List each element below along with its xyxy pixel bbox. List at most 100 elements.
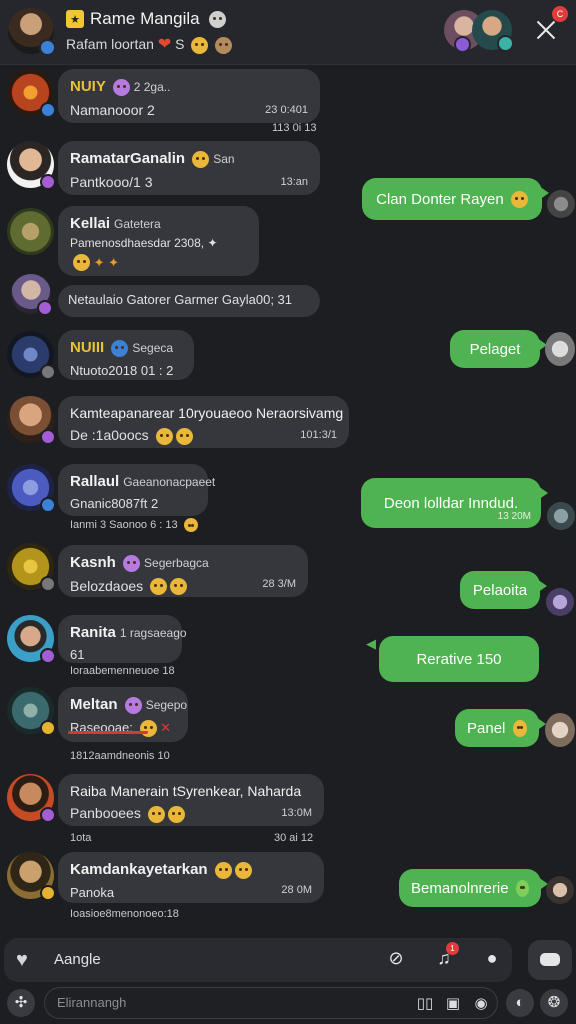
sent-message[interactable]: Bemanolnrerie xyxy=(399,869,548,907)
avatar[interactable] xyxy=(7,141,56,190)
message-text: Deon lolldar Inndud. xyxy=(383,494,519,512)
timer-icon[interactable]: ◉ xyxy=(471,994,491,1014)
avatar[interactable] xyxy=(547,502,575,530)
message-text: Belozdaoes xyxy=(70,577,144,594)
avatar[interactable] xyxy=(7,208,54,255)
message-bubble[interactable]: Kamteapanarear 10ryouaeoo Neraorsivamg D… xyxy=(58,396,349,448)
message-text: Pamenosdhaesdar 2308, xyxy=(70,236,205,250)
sent-message[interactable]: Clan Donter Rayen xyxy=(362,178,549,220)
message-text: Bemanolnrerie xyxy=(411,879,509,897)
sticker-button[interactable]: ❂ xyxy=(540,989,568,1017)
message-time: 23 0:401 xyxy=(265,104,308,116)
game-icon: ★ xyxy=(66,10,84,28)
sender-name: NUIII xyxy=(70,339,105,356)
heart-icon[interactable]: ♥ xyxy=(16,949,28,972)
message-text: Clan Donter Rayen xyxy=(376,190,504,208)
sender-name: Raiba Manerain tSyrenkear, Naharda xyxy=(70,783,302,799)
sender-name: Ranita xyxy=(70,624,116,641)
heart-icon: ❤ xyxy=(157,36,172,53)
message-text: Pantkooo/1 3 xyxy=(70,173,153,190)
member-avatar[interactable] xyxy=(472,10,514,52)
reply-bar: ♥ Aangle ⊘ ♫ 1 ● xyxy=(4,938,512,982)
emoji-icon xyxy=(191,36,209,54)
avatar[interactable] xyxy=(545,332,575,366)
message-bubble[interactable]: Kasnh Segerbagca Belozdaoes 28 3/M xyxy=(58,545,308,597)
message-text: Panbooees xyxy=(70,805,141,821)
sender-name: Kasnh xyxy=(70,554,116,571)
chat-icon[interactable]: ● xyxy=(480,948,504,972)
sender-tag: Gaeanonacpaeet xyxy=(123,475,216,489)
message-meta: 30 ai 12 xyxy=(274,832,314,844)
message-text: 61 xyxy=(70,647,85,662)
message-text: Pelaoita xyxy=(472,581,528,599)
avatar[interactable] xyxy=(7,615,56,664)
message-bubble[interactable]: NUIII Segeca Ntuoto2018 01 : 2 xyxy=(58,330,194,380)
message-bubble[interactable]: Kellai Gatetera Pamenosdhaesdar 2308, ✦ ✦… xyxy=(58,206,259,276)
subtitle-text: Rafam loortan xyxy=(66,36,154,52)
sender-name: Rallaul xyxy=(70,473,120,490)
sender-tag: Segerbagca xyxy=(144,556,209,570)
message-text: Ntuoto2018 01 : 2 xyxy=(70,362,174,378)
message-bubble[interactable]: Rallaul Gaeanonacpaeet Gnanic8087ft 2 xyxy=(58,464,215,516)
image-icon[interactable]: ▣ xyxy=(443,994,463,1014)
sent-message[interactable]: Deon lolldar Inndud. 13 20M xyxy=(361,478,548,528)
message-bubble[interactable]: Ranita 1 ragsaeago 61 xyxy=(58,615,187,663)
chat-subtitle: Rafam loortan ❤ S xyxy=(66,34,233,54)
message-meta: Ioasioe8menonoeo:18 xyxy=(70,908,179,920)
keyboard-button[interactable] xyxy=(528,940,572,980)
sender-tag: San xyxy=(213,152,235,166)
sender-tag: 1 ragsaeago xyxy=(119,626,187,640)
message-meta: 1812aamdneonis 10 xyxy=(70,750,170,762)
sender-name: Kamteapanarear 10ryouaeoo Neraorsivamg xyxy=(70,405,344,421)
message-input[interactable]: Elirannangh ▯▯ ▣ ◉ xyxy=(44,987,498,1019)
sticker-icon: ❂ xyxy=(547,994,561,1011)
sender-name: NUIY xyxy=(70,78,106,95)
message-text: Rerative 150 xyxy=(416,650,502,668)
avatar[interactable] xyxy=(545,713,575,747)
message-bubble[interactable]: Netaulaio Gatorer Garmer Gayla00; 31 xyxy=(58,285,320,317)
avatar[interactable] xyxy=(7,69,56,118)
avatar[interactable] xyxy=(11,274,53,316)
sender-name: Kellai xyxy=(70,215,111,232)
message-bubble[interactable]: Meltan Segepo Raseooae: ✕ xyxy=(58,687,188,742)
message-time: 28 0M xyxy=(281,884,312,896)
avatar[interactable] xyxy=(7,396,56,445)
sent-message[interactable]: Rerative 150 xyxy=(379,636,539,682)
avatar[interactable] xyxy=(7,464,56,513)
avatar[interactable] xyxy=(7,331,56,380)
sender-tag: 2 2ga.. xyxy=(133,80,171,94)
sender-tag: Segepo xyxy=(145,698,188,712)
message-meta: Ianmi 3 Saonoo 6 : 13 xyxy=(70,518,178,531)
avatar[interactable] xyxy=(7,543,56,592)
gamepad-button[interactable]: ✣ xyxy=(7,989,35,1017)
message-bubble[interactable]: RamatarGanalin San Pantkooo/1 3 13:an xyxy=(58,141,320,195)
message-time: 13:an xyxy=(280,176,308,188)
avatar[interactable] xyxy=(7,687,56,736)
avatar[interactable] xyxy=(546,876,574,904)
group-avatar[interactable] xyxy=(8,8,56,56)
notification-badge: C xyxy=(552,6,568,22)
chat-title: Rame Mangila xyxy=(90,9,200,28)
avatar[interactable] xyxy=(546,588,574,616)
chat-header: ★ Rame Mangila Rafam loortan ❤ S C xyxy=(0,0,576,65)
message-bubble[interactable]: Raiba Manerain tSyrenkear, Naharda Panbo… xyxy=(58,774,324,826)
avatar[interactable] xyxy=(7,852,56,901)
message-bubble[interactable]: Kamdankayetarkan Panoka 28 0M xyxy=(58,852,324,903)
message-bubble[interactable]: NUIY 2 2ga.. Namanooor 2 23 0:401 xyxy=(58,69,320,123)
emoji-icon xyxy=(215,36,233,54)
sent-message[interactable]: Panel xyxy=(455,709,546,747)
message-meta: 1ota xyxy=(70,832,92,844)
mic-button[interactable]: ◐ xyxy=(506,989,534,1017)
gamepad-icon: ✣ xyxy=(14,994,28,1011)
bell-badge: 1 xyxy=(446,942,459,955)
avatar[interactable] xyxy=(547,190,575,218)
input-placeholder: Elirannangh xyxy=(57,995,127,1010)
sender-name: Meltan xyxy=(70,696,118,713)
compass-icon[interactable]: ⊘ xyxy=(384,948,408,972)
book-icon[interactable]: ▯▯ xyxy=(415,994,435,1014)
sent-message[interactable]: Pelaget xyxy=(450,330,547,368)
reply-label[interactable]: Aangle xyxy=(54,951,101,968)
sent-message[interactable]: Pelaoita xyxy=(460,571,547,609)
message-meta: Ioraabemenneuoe 18 xyxy=(70,665,175,677)
avatar[interactable] xyxy=(7,774,56,823)
